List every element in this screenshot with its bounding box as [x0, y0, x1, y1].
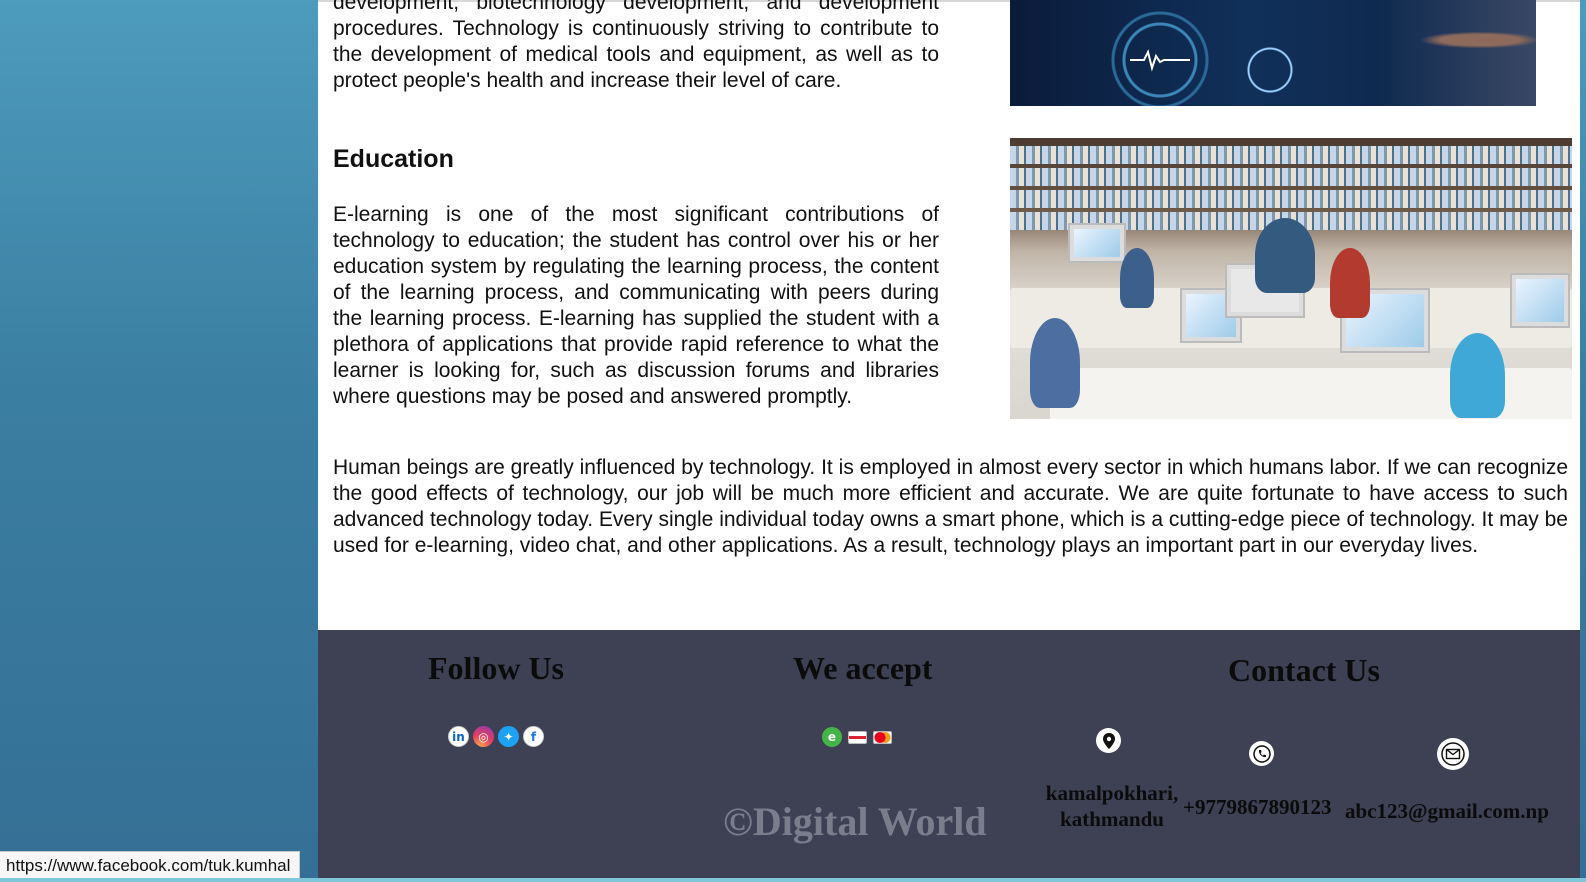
instagram-icon[interactable]: ◎: [473, 726, 494, 747]
we-accept-title: We accept: [793, 650, 933, 686]
address-line: kathmandu: [1060, 807, 1164, 831]
teacher: [1255, 218, 1315, 293]
ecg-graphic: [1130, 49, 1190, 72]
health-paragraph: development, biotechnology development, …: [333, 0, 939, 92]
facebook-icon[interactable]: f: [523, 726, 544, 747]
contact-us-title: Contact Us: [1228, 652, 1380, 688]
phone-icon: [1249, 741, 1274, 766]
email-icon: [1437, 738, 1469, 770]
student: [1120, 248, 1154, 308]
esewa-icon: e: [822, 727, 842, 747]
mastercard-icon: [873, 730, 892, 744]
contact-email[interactable]: abc123@gmail.com.np: [1345, 798, 1549, 824]
contact-address: kamalpokhari, kathmandu: [1041, 780, 1183, 832]
contact-phone[interactable]: +9779867890123: [1183, 794, 1331, 820]
education-classroom-image: [1010, 138, 1572, 419]
linkedin-icon[interactable]: in: [448, 726, 469, 747]
content-page: development, biotechnology development, …: [318, 0, 1580, 878]
student: [1030, 318, 1080, 408]
health-technology-image: [1010, 0, 1536, 106]
student: [1450, 333, 1505, 418]
visa-card-icon: [848, 730, 867, 744]
twitter-icon[interactable]: ✦: [498, 726, 519, 747]
address-line: kamalpokhari,: [1045, 781, 1179, 805]
education-paragraph: E-learning is one of the most significan…: [333, 203, 939, 408]
payment-icons: e: [822, 727, 892, 747]
social-icons: in ◎ ✦ f: [448, 726, 544, 747]
location-pin-icon: [1096, 728, 1121, 753]
window-bottom-edge: [0, 878, 1586, 882]
site-footer: Follow Us in ◎ ✦ f We accept e Contact U…: [318, 630, 1580, 878]
follow-us-title: Follow Us: [428, 650, 564, 686]
summary-paragraph: Human beings are greatly influenced by t…: [333, 456, 1568, 557]
computer-monitor: [1510, 273, 1570, 328]
education-heading: Education: [333, 145, 454, 173]
student: [1330, 248, 1370, 318]
copyright-text: ©Digital World: [723, 799, 987, 844]
computer-monitor: [1068, 223, 1126, 263]
